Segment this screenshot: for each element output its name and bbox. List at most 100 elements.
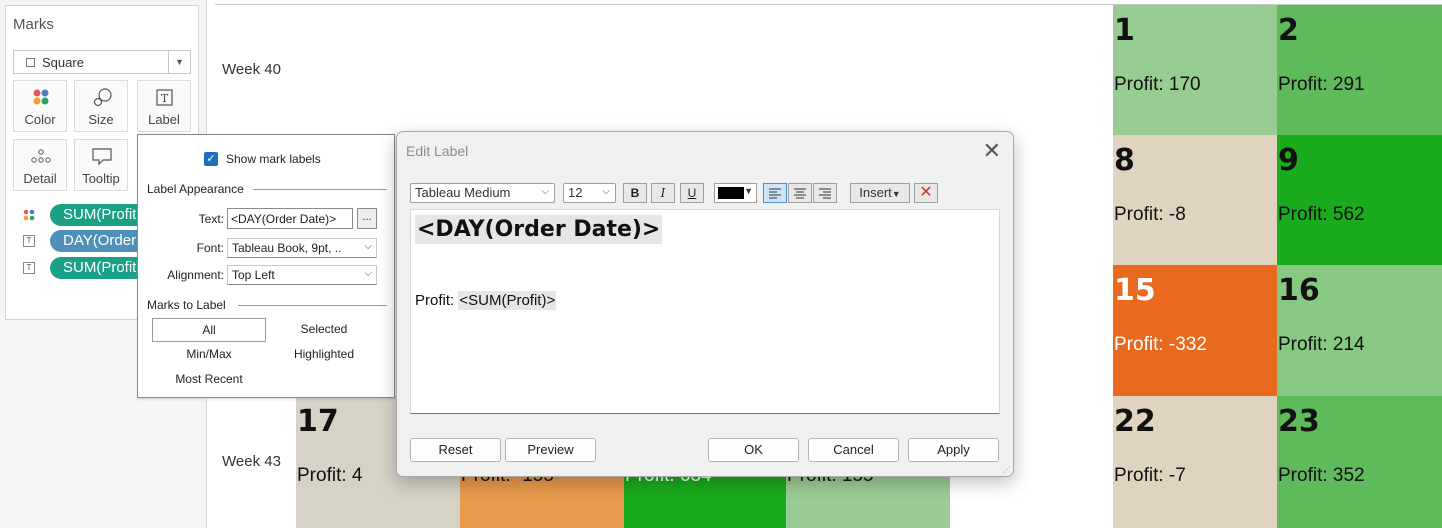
text-color-picker[interactable]: ▼	[714, 183, 757, 203]
mark-type-value: Square	[42, 55, 84, 70]
profit-value: Profit: -8	[1114, 204, 1186, 225]
insert-button-label: Insert	[859, 185, 892, 200]
preview-button[interactable]: Preview	[505, 438, 596, 462]
profit-value: Profit: 214	[1278, 334, 1365, 355]
detail-dots-icon	[31, 149, 51, 163]
size-button-label: Size	[88, 112, 114, 127]
color-dots-icon	[23, 209, 35, 221]
label-button-label: Label	[148, 112, 180, 127]
font-size-value: 12	[568, 185, 583, 200]
day-number: 15	[1114, 273, 1156, 308]
day-order-date-field[interactable]: <DAY(Order Date)>	[415, 215, 663, 244]
chevron-down-icon: ⌵	[602, 186, 610, 197]
week-label: Week 43	[222, 453, 281, 470]
label-t-icon: T	[156, 89, 173, 106]
section-divider	[253, 189, 387, 190]
dialog-title: Edit Label	[406, 143, 469, 159]
align-left-icon	[769, 188, 781, 199]
profit-prefix: Profit:	[415, 292, 459, 309]
alignment-select[interactable]: Top Left ⌵	[227, 265, 377, 285]
marks-option-min-max[interactable]: Min/Max	[152, 343, 266, 367]
chevron-down-icon: ▼	[744, 186, 753, 196]
size-button[interactable]: Size	[74, 80, 128, 132]
marks-option-selected[interactable]: Selected	[267, 318, 381, 342]
calendar-cell-day-15[interactable]: 15 Profit: -332	[1113, 265, 1277, 396]
size-circles-icon	[93, 88, 112, 107]
tooltip-button[interactable]: Tooltip	[74, 139, 128, 191]
calendar-cell-day-22[interactable]: 22 Profit: -7	[1113, 396, 1277, 528]
font-row-label: Font:	[196, 241, 224, 255]
sum-profit-field[interactable]: <SUM(Profit)>	[458, 291, 557, 310]
marks-title: Marks	[13, 16, 54, 33]
align-right-icon	[819, 188, 831, 199]
clear-formatting-icon[interactable]: ✕	[914, 183, 938, 203]
chevron-down-icon: ⌵	[364, 268, 372, 279]
font-family-select[interactable]: Tableau Medium ⌵	[410, 183, 555, 203]
align-center-button[interactable]	[788, 183, 812, 203]
marks-option-highlighted[interactable]: Highlighted	[267, 343, 381, 367]
profit-value: Profit: -332	[1114, 334, 1207, 355]
ok-button[interactable]: OK	[708, 438, 799, 462]
insert-button[interactable]: Insert▼	[850, 183, 910, 203]
detail-button-label: Detail	[23, 171, 57, 186]
profit-value: Profit: 352	[1278, 465, 1365, 486]
apply-button[interactable]: Apply	[908, 438, 999, 462]
font-select-value: Tableau Book, 9pt, ..	[232, 241, 342, 255]
resize-grip-icon[interactable]: ⋰	[1003, 465, 1011, 474]
italic-button[interactable]: I	[651, 183, 675, 203]
profit-line[interactable]: Profit: <SUM(Profit)>	[415, 291, 557, 310]
color-button-label: Color	[24, 112, 56, 127]
font-family-value: Tableau Medium	[415, 185, 511, 200]
close-icon[interactable]: ✕	[983, 138, 1001, 164]
align-left-button[interactable]	[763, 183, 787, 203]
calendar-cell-day-1[interactable]: 1 Profit: 170	[1113, 5, 1277, 135]
tooltip-button-label: Tooltip	[82, 171, 120, 186]
tooltip-bubble-icon	[92, 148, 112, 166]
bold-button[interactable]: B	[623, 183, 647, 203]
day-number: 1	[1114, 13, 1135, 48]
label-text-field[interactable]: <DAY(Order Date)>	[227, 208, 353, 229]
marks-option-all[interactable]: All	[152, 318, 266, 342]
text-t-icon: T	[23, 235, 35, 247]
underline-button[interactable]: U	[680, 183, 704, 203]
calendar-cell-day-23[interactable]: 23 Profit: 352	[1277, 396, 1442, 528]
week-label: Week 40	[222, 61, 281, 78]
chevron-down-icon: ▼	[168, 51, 190, 73]
show-mark-labels-checkbox[interactable]: ✓	[204, 152, 218, 166]
chevron-down-icon: ⌵	[364, 241, 372, 252]
edit-label-ellipsis-button[interactable]: ...	[357, 208, 377, 229]
label-popup: ✓ Show mark labels Label Appearance Text…	[137, 134, 395, 398]
chevron-down-icon: ⌵	[541, 186, 549, 197]
day-number: 8	[1114, 143, 1135, 178]
day-number: 23	[1278, 404, 1320, 439]
square-icon	[26, 58, 35, 67]
calendar-cell-day-2[interactable]: 2 Profit: 291	[1277, 5, 1442, 135]
day-number: 16	[1278, 273, 1320, 308]
text-t-icon: T	[23, 262, 35, 274]
reset-button[interactable]: Reset	[410, 438, 501, 462]
profit-value: Profit: 291	[1278, 74, 1365, 95]
align-right-button[interactable]	[813, 183, 837, 203]
section-divider	[238, 305, 387, 306]
profit-value: Profit: 170	[1114, 74, 1201, 95]
calendar-cell-day-9[interactable]: 9 Profit: 562	[1277, 135, 1442, 265]
color-dots-icon	[33, 89, 49, 105]
calendar-cell-day-16[interactable]: 16 Profit: 214	[1277, 265, 1442, 396]
day-number: 22	[1114, 404, 1156, 439]
mark-type-dropdown[interactable]: Square ▼	[13, 50, 191, 74]
color-button[interactable]: Color	[13, 80, 67, 132]
show-mark-labels-label[interactable]: Show mark labels	[226, 152, 321, 166]
color-swatch	[718, 187, 744, 199]
label-button[interactable]: T Label	[137, 80, 191, 132]
font-size-select[interactable]: 12 ⌵	[563, 183, 616, 203]
calendar-cell-day-8[interactable]: 8 Profit: -8	[1113, 135, 1277, 265]
marks-to-label-title: Marks to Label	[147, 298, 226, 312]
day-number: 2	[1278, 13, 1299, 48]
cancel-button[interactable]: Cancel	[808, 438, 899, 462]
marks-option-most-recent[interactable]: Most Recent	[152, 368, 266, 392]
label-appearance-title: Label Appearance	[147, 182, 244, 196]
edit-label-dialog: Edit Label ✕ Tableau Medium ⌵ 12 ⌵ B I U…	[396, 131, 1014, 477]
label-text-editor[interactable]: <DAY(Order Date)> Profit: <SUM(Profit)>	[410, 209, 1000, 414]
detail-button[interactable]: Detail	[13, 139, 67, 191]
font-select[interactable]: Tableau Book, 9pt, .. ⌵	[227, 238, 377, 258]
